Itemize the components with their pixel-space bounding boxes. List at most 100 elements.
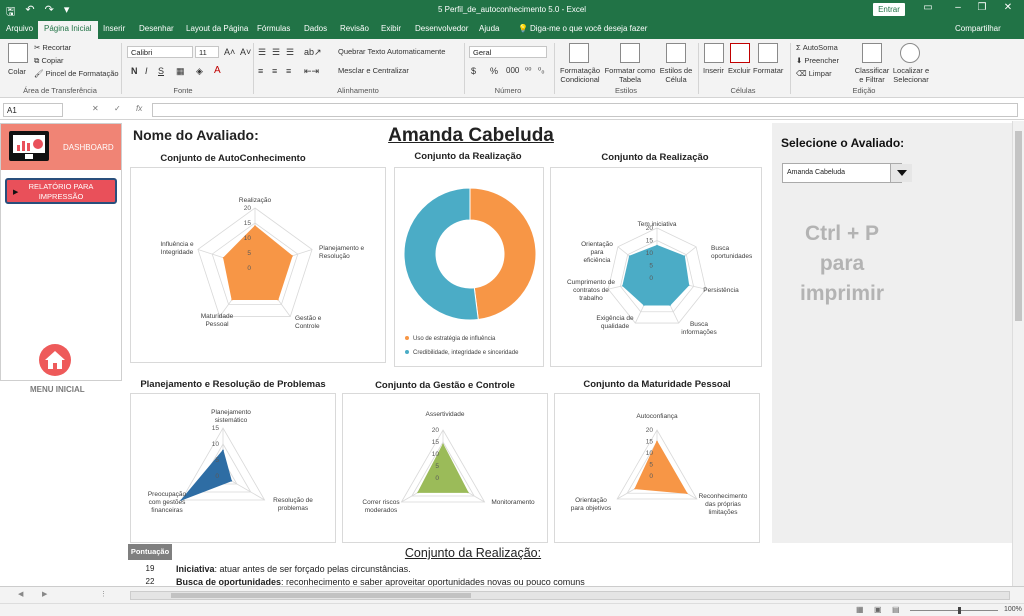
formula-input[interactable] [152,103,1018,117]
radar-data-point[interactable] [222,257,225,259]
name-box[interactable]: A1 [3,103,63,117]
tab-layout[interactable]: Layout da Página [186,24,248,33]
radar-data-point[interactable] [442,443,444,446]
radar-data-point[interactable] [656,244,658,247]
radar-data-point[interactable] [417,491,419,494]
font-color-icon[interactable]: A [214,65,221,76]
radar-data-point[interactable] [222,449,224,452]
page-layout-icon[interactable]: ▣ [874,605,882,614]
merge-center-button[interactable]: Mesclar e Centralizar [338,66,409,75]
next-sheet-icon[interactable]: ▶ [42,590,47,598]
wrap-text-button[interactable]: Quebrar Texto Automaticamente [338,47,445,56]
radar-data-point[interactable] [643,304,645,306]
tab-revisao[interactable]: Revisão [340,24,369,33]
fill-color-icon[interactable]: ◈ [196,66,203,77]
delete-cells-button[interactable]: Excluir [728,66,751,75]
donut-slice[interactable] [403,187,479,321]
number-format-select[interactable]: Geral [469,46,547,58]
cancel-entry-icon[interactable]: ✕ [92,104,99,113]
align-center-icon[interactable]: ≡ [272,66,277,76]
font-name-select[interactable]: Calibri [127,46,193,58]
bold-button[interactable]: N [131,66,138,76]
format-cells-icon[interactable] [758,43,778,63]
radar-data-point[interactable] [291,255,293,257]
zoom-knob[interactable] [958,607,961,614]
borders-icon[interactable]: ▦ [176,66,185,77]
radar-data-point[interactable] [230,480,233,482]
orientation-icon[interactable]: ab↗ [304,47,322,58]
radar-data-point[interactable] [231,298,233,301]
tab-desenhar[interactable]: Desenhar [139,24,174,33]
ribbon-display-icon[interactable]: ▭ [918,2,938,13]
format-cells-button[interactable]: Formatar [753,66,783,75]
radar-data-point[interactable] [634,487,636,490]
radar-series-area[interactable] [179,449,232,502]
vertical-scrollbar[interactable] [1012,121,1024,586]
autosum-button[interactable]: Σ AutoSoma [796,43,838,52]
radar-data-point[interactable] [687,284,690,287]
radar-data-point[interactable] [467,491,469,494]
sort-filter-button[interactable]: Classificar e Filtrar [852,66,892,84]
evaluated-dropdown[interactable]: Amanda Cabeluda [782,163,912,183]
indent-icon[interactable]: ⇤⇥ [304,66,319,77]
tab-inserir[interactable]: Inserir [103,24,125,33]
zoom-level[interactable]: 100% [1004,606,1022,613]
cell-styles-button[interactable]: Estilos de Célula [658,66,694,84]
radar-data-point[interactable] [656,440,658,443]
minimize-button[interactable]: – [948,2,968,13]
prev-sheet-icon[interactable]: ◀ [18,590,23,598]
home-icon[interactable] [39,344,71,376]
currency-icon[interactable]: $ [471,66,476,76]
sign-in-button[interactable]: Entrar [873,3,905,16]
paste-button[interactable]: Colar [8,67,26,76]
conditional-format-button[interactable]: Formatação Condicional [558,66,602,84]
radar-series-area[interactable] [223,225,293,301]
paste-icon[interactable] [8,43,28,63]
chart-planejamento[interactable]: 0 5 10 15 Planejamento sistemático Resolução d… [130,393,336,543]
conditional-format-icon[interactable] [569,43,589,63]
cell-styles-icon[interactable] [666,43,686,63]
scroll-thumb[interactable] [1015,131,1022,321]
print-report-button[interactable]: ▶ RELATÓRIO PARA IMPRESSÃO [5,178,117,204]
chart-maturidade[interactable]: 0 5 10 15 20 Autoconfiança Reconhecimento das p… [554,393,760,543]
clear-button[interactable]: ⌫ Limpar [796,69,832,78]
grow-font-icon[interactable]: A˄ [224,47,235,57]
radar-data-point[interactable] [254,225,256,227]
find-select-button[interactable]: Localizar e Selecionar [890,66,932,84]
confirm-entry-icon[interactable]: ✓ [114,104,121,113]
align-right-icon[interactable]: ≡ [286,66,291,76]
insert-function-icon[interactable]: fx [136,104,142,113]
close-button[interactable]: ✕ [998,2,1018,13]
format-table-icon[interactable] [620,43,640,63]
main-menu-label[interactable]: MENU INICIAL [30,385,85,394]
decrease-decimal-icon[interactable]: ⁰₀ [538,66,545,75]
normal-view-icon[interactable]: ▦ [856,605,864,614]
tab-dados[interactable]: Dados [304,24,327,33]
chart-realizacao-pie[interactable]: Uso de estratégia de influência Credibili… [394,167,544,367]
page-break-icon[interactable]: ▤ [892,605,900,614]
align-bottom-icon[interactable]: ☰ [286,47,294,58]
radar-series-area[interactable] [634,440,688,494]
insert-cells-icon[interactable] [704,43,724,63]
format-table-button[interactable]: Formatar como Tabela [604,66,656,84]
percent-button[interactable]: % [490,66,498,76]
hscroll-thumb[interactable] [171,593,471,598]
tab-pagina-inicial[interactable]: Página Inicial [38,21,98,39]
increase-decimal-icon[interactable]: ⁰⁰ [525,66,531,75]
radar-data-point[interactable] [622,284,624,287]
format-painter-button[interactable]: 🖌 Pincel de Formatação [34,69,119,78]
align-left-icon[interactable]: ≡ [258,66,263,76]
dropdown-arrow-icon[interactable] [890,164,912,182]
radar-data-point[interactable] [686,492,688,495]
cut-button[interactable]: ✂ Recortar [34,43,71,52]
find-select-icon[interactable] [900,43,920,63]
radar-data-point[interactable] [277,298,279,301]
align-middle-icon[interactable]: ☰ [272,47,280,58]
sort-filter-icon[interactable] [862,43,882,63]
chart-autoconhecimento[interactable]: 0 5 10 15 20 Realização Planejamento e Resoluçã… [130,167,386,363]
fill-button[interactable]: ⬇ Preencher [796,56,839,65]
sheet-options-icon[interactable]: ⋮ [100,590,107,598]
font-size-select[interactable]: 11 [195,46,219,58]
tab-ajuda[interactable]: Ajuda [479,24,499,33]
zoom-slider[interactable] [910,607,998,614]
